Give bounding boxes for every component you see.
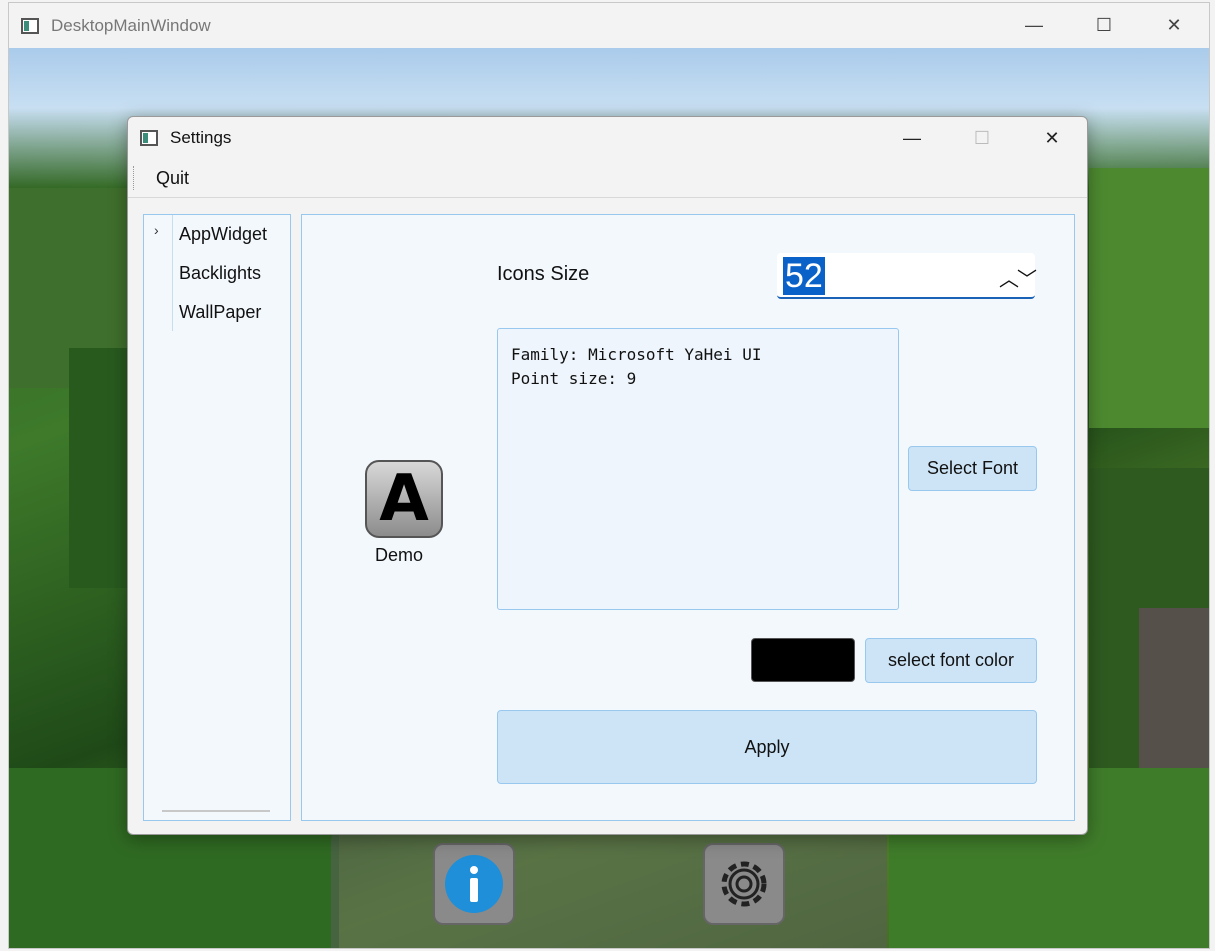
nav-horizontal-scrollbar[interactable]	[162, 810, 270, 812]
gear-icon[interactable]	[703, 843, 785, 925]
font-size-line: Point size: 9	[511, 369, 637, 388]
icons-size-label: Icons Size	[497, 263, 590, 285]
settings-maximize-button: ☐	[973, 127, 991, 148]
select-font-color-button[interactable]: select font color	[865, 638, 1037, 683]
select-font-button[interactable]: Select Font	[908, 446, 1037, 491]
gear-icon-graphic	[721, 861, 767, 907]
settings-minimize-button[interactable]: —	[877, 117, 947, 159]
wallpaper-stone	[1139, 608, 1209, 788]
wallpaper-foliage	[1089, 168, 1209, 428]
font-family-line: Family: Microsoft YaHei UI	[511, 345, 762, 364]
settings-nav-tree: › AppWidget Backlights WallPaper	[143, 214, 291, 821]
maximize-button[interactable]: ☐	[1069, 3, 1139, 48]
minimize-button[interactable]: —	[999, 3, 1069, 48]
settings-close-button[interactable]: ✕	[1017, 117, 1087, 159]
close-button[interactable]: ✕	[1139, 3, 1209, 48]
icons-size-value[interactable]: 52	[783, 257, 825, 295]
demo-label: Demo	[374, 545, 423, 565]
info-icon[interactable]	[433, 843, 515, 925]
menubar-grip	[133, 166, 136, 190]
settings-window-controls: — ☐ ✕	[877, 117, 1087, 159]
main-window-title: DesktopMainWindow	[51, 15, 211, 35]
settings-dialog: Settings — ☐ ✕ Quit › AppWidget Backligh…	[127, 116, 1088, 835]
info-icon-graphic	[445, 855, 503, 913]
icons-size-spinbox[interactable]: 52 ︿﹀	[777, 253, 1037, 299]
settings-titlebar[interactable]: Settings — ☐ ✕	[128, 117, 1087, 159]
main-window-controls: — ☐ ✕	[999, 3, 1209, 48]
app-icon	[21, 17, 39, 34]
demo-app-icon: A	[365, 460, 443, 538]
nav-item-appwidget[interactable]: AppWidget	[173, 215, 267, 254]
nav-item-wallpaper[interactable]: WallPaper	[173, 293, 267, 332]
spin-up-down-icon[interactable]: ︿﹀	[999, 263, 1037, 292]
menubar: Quit	[128, 159, 1087, 198]
font-color-swatch	[751, 638, 855, 682]
main-titlebar[interactable]: DesktopMainWindow — ☐ ✕	[9, 3, 1209, 48]
dock	[331, 833, 887, 948]
nav-item-backlights[interactable]: Backlights	[173, 254, 267, 293]
quit-menu-item[interactable]: Quit	[156, 168, 189, 189]
settings-app-icon	[140, 130, 158, 146]
nav-list: AppWidget Backlights WallPaper	[172, 215, 267, 331]
font-info-textbox[interactable]: Family: Microsoft YaHei UI Point size: 9	[497, 328, 899, 610]
apply-button[interactable]: Apply	[497, 710, 1037, 784]
expand-arrow-icon[interactable]: ›	[154, 222, 159, 238]
settings-content-panel: A Demo Icons Size 52 ︿﹀ Family: Microsof…	[301, 214, 1075, 821]
settings-title: Settings	[170, 128, 232, 147]
